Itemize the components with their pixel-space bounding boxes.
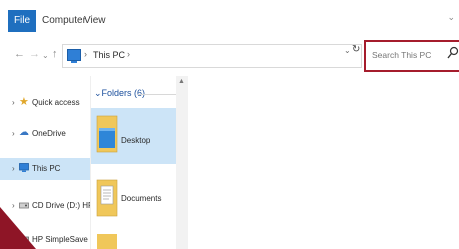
sidebar-item-onedrive[interactable]: › ☁ OneDrive xyxy=(0,123,90,145)
details-area xyxy=(188,76,459,249)
sidebar-item-label: Quick access xyxy=(32,98,80,107)
search-input[interactable] xyxy=(372,47,446,63)
breadcrumb-this-pc[interactable]: This PC xyxy=(93,50,125,60)
desktop-folder-icon xyxy=(96,115,118,153)
tab-computer[interactable]: Computer xyxy=(42,10,86,32)
folder-tile-partial[interactable] xyxy=(91,232,176,249)
folder-icon xyxy=(97,234,117,249)
group-header-label: Folders (6) xyxy=(101,88,146,98)
ribbon: File Computer View ⌄ xyxy=(0,0,459,37)
cloud-icon: ☁ xyxy=(19,127,29,138)
sidebar-item-label: OneDrive xyxy=(32,129,66,138)
back-arrow-icon[interactable]: ← xyxy=(14,48,25,60)
content-pane: ⌄Folders (6) Desktop Documents xyxy=(91,76,176,249)
folder-label: Desktop xyxy=(121,136,151,145)
file-explorer-window: File Computer View ⌄ ← → ⌄ ↑ › This PC ›… xyxy=(0,0,459,249)
computer-icon xyxy=(19,163,29,172)
expand-chevron-icon[interactable]: › xyxy=(12,164,15,173)
address-field[interactable]: › This PC › xyxy=(62,44,362,68)
corner-decoration xyxy=(0,207,36,249)
documents-folder-icon xyxy=(96,179,118,217)
folder-label: Documents xyxy=(121,194,162,203)
scrollbar[interactable] xyxy=(176,76,188,249)
ribbon-expand-chevron-icon[interactable]: ⌄ xyxy=(447,12,455,23)
star-icon: ★ xyxy=(19,96,29,108)
folder-tile-documents[interactable]: Documents xyxy=(91,174,176,222)
recent-locations-chevron-icon[interactable]: ⌄ xyxy=(42,51,49,60)
scroll-up-arrow-icon[interactable]: ▲ xyxy=(178,78,185,85)
sidebar-item-quick-access[interactable]: › ★ Quick access xyxy=(0,92,90,114)
tab-file[interactable]: File xyxy=(8,10,36,32)
tab-view[interactable]: View xyxy=(84,10,106,32)
expand-chevron-icon[interactable]: › xyxy=(12,129,15,138)
group-divider-line xyxy=(138,94,176,95)
up-arrow-icon[interactable]: ↑ xyxy=(52,48,58,60)
search-icon[interactable] xyxy=(447,46,459,60)
computer-icon xyxy=(67,49,81,63)
forward-arrow-icon[interactable]: → xyxy=(29,48,40,60)
expand-chevron-icon[interactable]: › xyxy=(12,98,15,107)
breadcrumb-separator-icon[interactable]: › xyxy=(127,49,130,59)
sidebar-item-this-pc[interactable]: › This PC xyxy=(0,158,90,180)
address-history-chevron-icon[interactable]: ⌄ xyxy=(344,46,351,55)
folder-tile-desktop[interactable]: Desktop xyxy=(91,108,176,164)
sidebar-item-label: This PC xyxy=(32,164,61,173)
refresh-icon[interactable]: ↻ xyxy=(352,44,360,55)
breadcrumb-separator-icon[interactable]: › xyxy=(84,49,87,59)
collapse-chevron-icon[interactable]: ⌄ xyxy=(94,88,102,98)
